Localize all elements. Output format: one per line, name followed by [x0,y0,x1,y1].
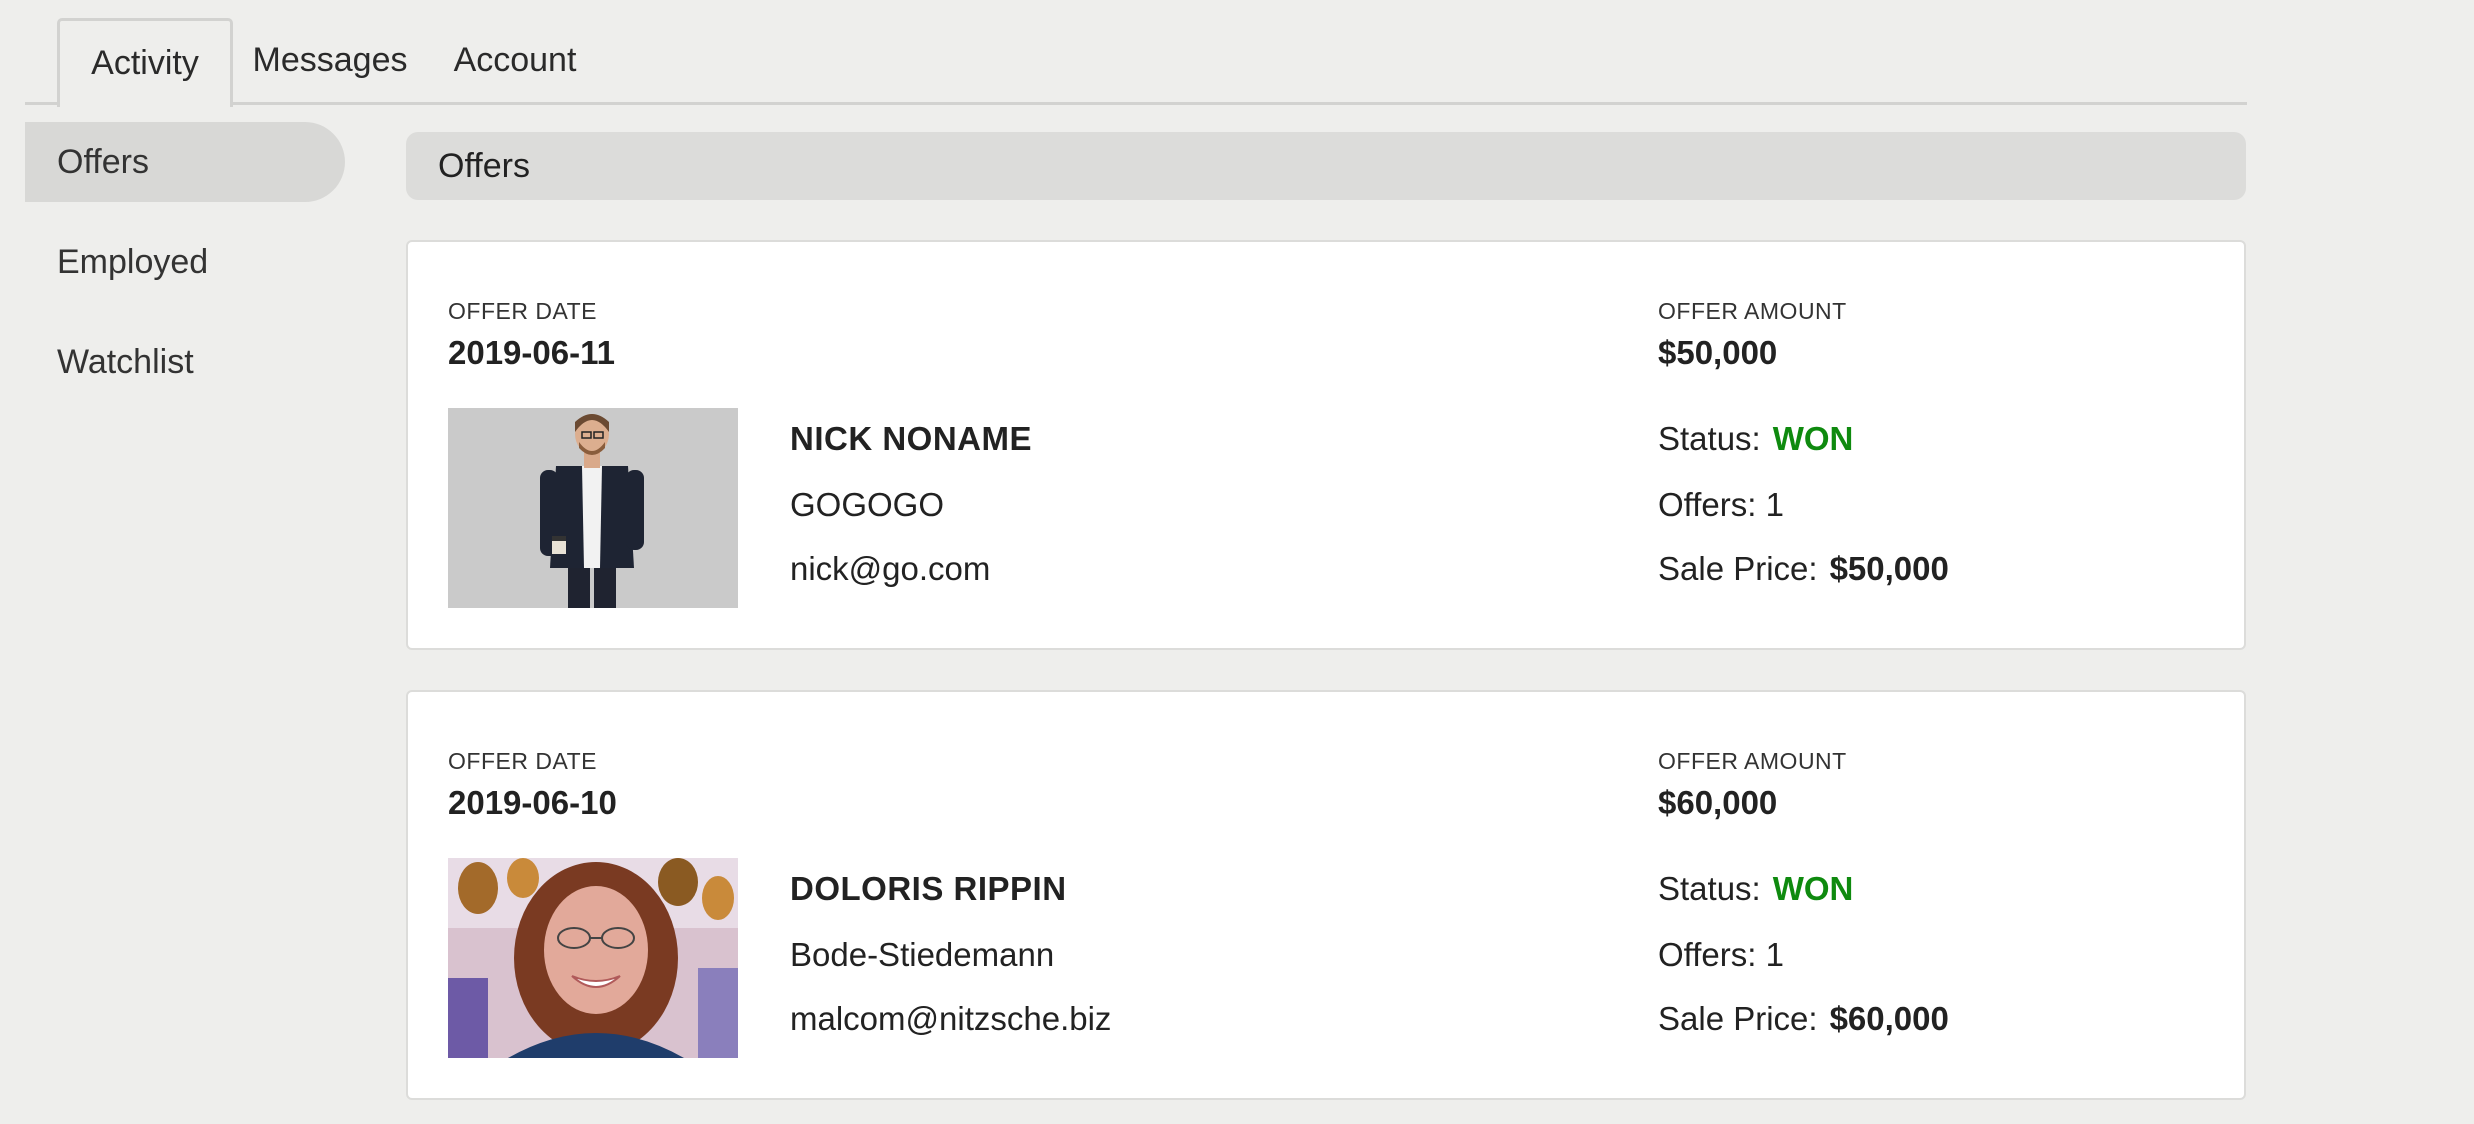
offer-amount-label: OFFER AMOUNT [1658,298,1847,324]
candidate-photo[interactable] [448,858,738,1058]
tab-messages[interactable]: Messages [245,18,415,102]
tab-account[interactable]: Account [445,18,585,102]
person-photo-icon [448,408,738,608]
candidate-email[interactable]: malcom@nitzsche.biz [790,1000,1111,1038]
sidebar-item-watchlist[interactable]: Watchlist [25,322,345,402]
candidate-email[interactable]: nick@go.com [790,550,990,588]
candidate-name: NICK NONAME [790,420,1032,457]
candidate-company: Bode-Stiedemann [790,936,1055,973]
offers-count: Offers: 1 [1658,936,1784,973]
offer-card: OFFER DATE 2019-06-11 OFFER AMOUNT $50,0… [406,240,2246,650]
sidebar-item-employed[interactable]: Employed [25,222,345,302]
sale-price-row: Sale Price: $50,000 [1658,550,1949,588]
status-label: Status: [1658,420,1761,457]
candidate-photo[interactable] [448,408,738,608]
tab-bar: Activity Messages Account [25,18,2247,107]
sidebar-item-offers[interactable]: Offers [25,122,345,202]
offer-amount: $60,000 [1658,784,1778,821]
status-badge: WON [1772,420,1854,457]
offer-amount-label: OFFER AMOUNT [1658,748,1847,774]
status-row: Status: WON [1658,420,1853,458]
status-label: Status: [1658,870,1761,907]
sale-price-label: Sale Price: [1658,1000,1818,1037]
tab-activity[interactable]: Activity [57,18,233,107]
candidate-name: DOLORIS RIPPIN [790,870,1067,907]
status-badge: WON [1772,870,1854,907]
offer-date: 2019-06-11 [448,334,615,371]
offer-amount: $50,000 [1658,334,1778,371]
offer-date: 2019-06-10 [448,784,617,821]
offer-date-label: OFFER DATE [448,748,597,774]
candidate-company: GOGOGO [790,486,945,523]
sale-price-value: $60,000 [1829,1000,1949,1037]
sale-price-row: Sale Price: $60,000 [1658,1000,1949,1038]
section-title: Offers [406,132,2246,200]
offer-card: OFFER DATE 2019-06-10 OFFER AMOUNT $60,0… [406,690,2246,1100]
status-row: Status: WON [1658,870,1853,908]
offer-date-label: OFFER DATE [448,298,597,324]
sale-price-label: Sale Price: [1658,550,1818,587]
person-photo-icon [448,858,738,1058]
sale-price-value: $50,000 [1829,550,1949,587]
offers-count: Offers: 1 [1658,486,1784,523]
